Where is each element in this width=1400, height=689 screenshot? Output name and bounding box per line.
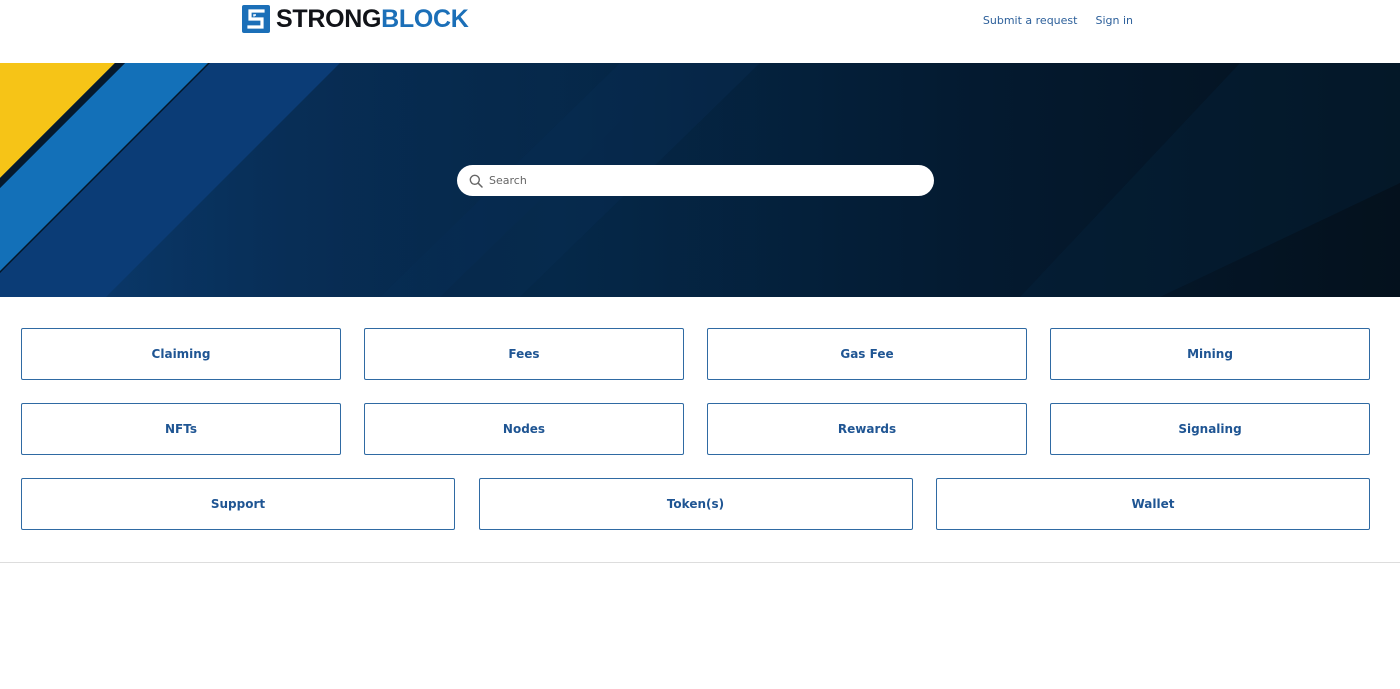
category-signaling[interactable]: Signaling — [1050, 403, 1370, 455]
category-support[interactable]: Support — [21, 478, 455, 530]
category-row: Claiming Fees Gas Fee Mining — [21, 328, 1370, 380]
category-label: Support — [210, 497, 266, 511]
search-icon — [469, 174, 483, 188]
category-label: Gas Fee — [840, 347, 894, 361]
logo-text-strong: STRONG — [276, 5, 382, 33]
category-grid: Claiming Fees Gas Fee Mining NFTs Nodes … — [21, 328, 1370, 530]
strongblock-s-icon — [242, 5, 270, 33]
search-bar[interactable] — [457, 165, 934, 196]
category-row: Support Token(s) Wallet — [21, 478, 1370, 530]
category-label: Rewards — [837, 422, 897, 436]
category-label: Mining — [1187, 347, 1233, 361]
category-tokens[interactable]: Token(s) — [478, 478, 913, 530]
category-gas-fee[interactable]: Gas Fee — [707, 328, 1027, 380]
category-nodes[interactable]: Nodes — [364, 403, 684, 455]
footer-divider — [0, 562, 1400, 563]
category-label: Signaling — [1178, 422, 1242, 436]
category-nfts[interactable]: NFTs — [21, 403, 341, 455]
hero-banner — [0, 63, 1400, 297]
category-fees[interactable]: Fees — [364, 328, 684, 380]
category-label: Fees — [508, 347, 540, 361]
category-label: Claiming — [151, 347, 211, 361]
category-row: NFTs Nodes Rewards Signaling — [21, 403, 1370, 455]
category-wallet[interactable]: Wallet — [936, 478, 1370, 530]
submit-request-link[interactable]: Submit a request — [983, 14, 1078, 27]
category-label: Wallet — [1131, 497, 1175, 511]
category-rewards[interactable]: Rewards — [707, 403, 1027, 455]
header-nav: Submit a request Sign in — [983, 14, 1133, 27]
category-label: NFTs — [165, 422, 197, 436]
site-header: STRONGBLOCK Submit a request Sign in — [0, 0, 1400, 63]
category-label: Nodes — [502, 422, 546, 436]
sign-in-link[interactable]: Sign in — [1095, 14, 1133, 27]
category-mining[interactable]: Mining — [1050, 328, 1370, 380]
search-input[interactable] — [489, 170, 909, 191]
category-claiming[interactable]: Claiming — [21, 328, 341, 380]
category-label: Token(s) — [666, 497, 725, 511]
strongblock-logo[interactable]: STRONGBLOCK — [242, 5, 469, 33]
logo-text-block: BLOCK — [381, 5, 469, 33]
logo-text: STRONGBLOCK — [276, 5, 469, 33]
